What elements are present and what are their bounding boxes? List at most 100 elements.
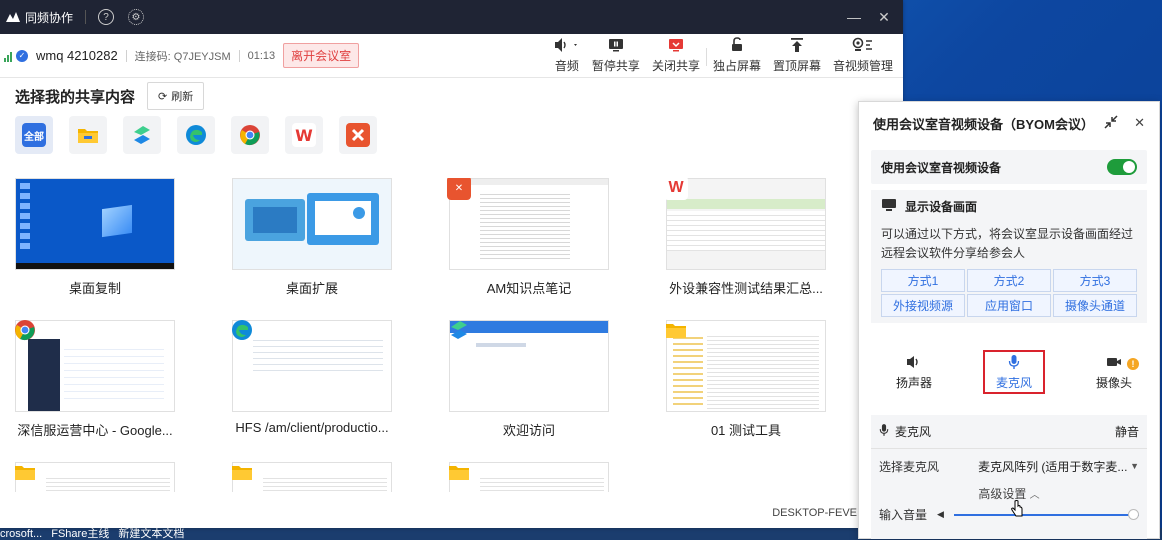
mode-header: 方式2: [967, 269, 1051, 292]
desktop-mirror-thumbnail: [15, 178, 175, 270]
share-card[interactable]: [232, 462, 392, 492]
exclusive-screen-button[interactable]: 独占屏幕: [707, 34, 767, 78]
warning-icon: !: [1127, 358, 1139, 370]
lock-icon: [729, 36, 745, 54]
share-card[interactable]: [15, 462, 175, 492]
speaker-icon: [554, 36, 580, 54]
mic-select[interactable]: 麦克风阵列 (适用于数字麦...: [978, 458, 1130, 475]
filter-explorer[interactable]: [69, 116, 107, 154]
x-app-icon: [346, 123, 370, 147]
byom-toggle-row: 使用会议室音视频设备: [871, 150, 1147, 184]
pin-top-icon: [789, 36, 805, 54]
card-label: 桌面复制: [68, 281, 121, 296]
window-thumbnail: [666, 320, 826, 412]
filter-x-app[interactable]: [339, 116, 377, 154]
x-app-icon: ✕: [447, 178, 471, 200]
share-card[interactable]: 深信服运营中心 - Google...: [15, 320, 175, 439]
window-thumbnail: [232, 462, 392, 492]
pin-top-button[interactable]: 置顶屏幕: [767, 34, 827, 78]
panel-title: 使用会议室音视频设备（BYOM会议）: [873, 116, 1095, 132]
share-card[interactable]: 桌面扩展: [232, 178, 392, 297]
mode-app-window[interactable]: 应用窗口: [967, 294, 1051, 317]
card-label: 深信服运营中心 - Google...: [17, 423, 173, 438]
share-card[interactable]: 欢迎访问: [449, 320, 609, 439]
volume-slider-knob[interactable]: [1128, 508, 1139, 520]
tab-speaker[interactable]: 扬声器: [883, 350, 945, 394]
app-title: 同频协作: [25, 10, 74, 25]
toolbar: 音频 暂停共享 关闭共享 独占屏幕 置顶屏幕 音视频管理: [548, 34, 899, 78]
wps-icon: W: [664, 178, 688, 200]
window-thumbnail: [15, 462, 175, 492]
close-button[interactable]: ✕: [869, 9, 899, 26]
stop-share-icon: [668, 36, 684, 54]
mode-header: 方式1: [881, 269, 965, 292]
volume-slider[interactable]: [953, 508, 1139, 520]
stop-share-button[interactable]: 关闭共享: [646, 34, 706, 78]
chevron-up-icon: ︿: [1029, 490, 1040, 501]
share-card[interactable]: 01 测试工具: [666, 320, 826, 439]
collapse-icon[interactable]: [1104, 114, 1118, 132]
folder-icon: [664, 318, 688, 342]
tab-label: 扬声器: [895, 375, 932, 390]
chevron-down-icon[interactable]: ▼: [1130, 461, 1139, 471]
refresh-button[interactable]: ⟳ 刷新: [147, 82, 205, 110]
share-card[interactable]: 桌面复制: [15, 178, 175, 297]
share-content-grid: 桌面复制 桌面扩展 ✕ AM知识点笔记 W 外设兼容性测试结果汇总... 深信服…: [15, 178, 875, 492]
tab-microphone[interactable]: 麦克风: [983, 350, 1045, 394]
byom-toggle[interactable]: [1107, 159, 1137, 175]
title-bar: 同频协作 ? ⚙ — ✕: [0, 0, 903, 34]
taskbar-item[interactable]: crosoft...: [0, 528, 42, 540]
share-card[interactable]: [449, 462, 609, 492]
byom-panel: 使用会议室音视频设备（BYOM会议） ✕ 使用会议室音视频设备 显示设备画面 可…: [858, 101, 1160, 539]
select-mic-label: 选择麦克风: [879, 459, 940, 474]
pause-share-button[interactable]: 暂停共享: [586, 34, 646, 78]
filter-edge[interactable]: [177, 116, 215, 154]
user-id: wmq 4210282: [36, 48, 118, 63]
filter-wps[interactable]: W: [285, 116, 323, 154]
window-thumbnail: [449, 320, 609, 412]
share-card[interactable]: HFS /am/client/productio...: [232, 320, 392, 435]
volume-label: 输入音量: [879, 508, 928, 522]
app-logo-icon: [4, 10, 22, 24]
filter-s-app[interactable]: [123, 116, 161, 154]
microphone-settings: 麦克风 静音 选择麦克风 麦克风阵列 (适用于数字麦... ▼ 高级设置 ︿ 输…: [871, 415, 1147, 539]
card-label: 01 测试工具: [710, 423, 782, 438]
tab-camera[interactable]: ! 摄像头: [1083, 350, 1145, 394]
toggle-label: 使用会议室音视频设备: [881, 160, 1002, 175]
share-card[interactable]: W 外设兼容性测试结果汇总...: [664, 178, 826, 297]
filter-chrome[interactable]: [231, 116, 269, 154]
refresh-icon: ⟳: [158, 90, 168, 103]
share-card[interactable]: ✕ AM知识点笔记: [447, 178, 609, 297]
signal-icon: [4, 50, 12, 62]
mode-camera-channel[interactable]: 摄像头通道: [1053, 294, 1137, 317]
tool-label: 音视频管理: [832, 58, 893, 73]
taskbar-item[interactable]: FShare主线: [51, 528, 109, 540]
tool-label: 独占屏幕: [712, 58, 761, 73]
monitor-icon: [881, 198, 897, 215]
taskbar-item[interactable]: 新建文本文档: [118, 528, 184, 540]
advanced-settings-toggle[interactable]: 高级设置 ︿: [871, 485, 1147, 502]
tab-label: 麦克风: [995, 375, 1032, 390]
mute-button[interactable]: 静音: [1115, 423, 1139, 440]
microphone-icon: [1008, 354, 1020, 370]
close-icon[interactable]: ✕: [1134, 115, 1145, 131]
folder-icon: [15, 460, 37, 484]
leave-room-button[interactable]: 离开会议室: [283, 43, 360, 68]
chrome-icon: [238, 123, 262, 147]
folder-icon: [447, 460, 471, 484]
audio-button[interactable]: 音频: [548, 34, 586, 78]
wps-icon: W: [292, 123, 316, 147]
folder-icon: [76, 123, 100, 147]
filter-all[interactable]: 全部: [15, 116, 53, 154]
mode-external-video[interactable]: 外接视频源: [881, 294, 965, 317]
hand-cursor-icon: [1010, 500, 1024, 521]
pause-screen-icon: [608, 36, 624, 54]
minimize-button[interactable]: —: [839, 9, 869, 25]
share-header: 选择我的共享内容 ⟳ 刷新: [15, 82, 205, 110]
help-circle-icon[interactable]: ?: [98, 9, 115, 25]
card-label: HFS /am/client/productio...: [235, 420, 389, 435]
gear-icon[interactable]: ⚙: [128, 9, 145, 25]
tool-label: 关闭共享: [651, 58, 700, 73]
av-manage-button[interactable]: 音视频管理: [827, 34, 899, 78]
divider: [238, 49, 240, 62]
